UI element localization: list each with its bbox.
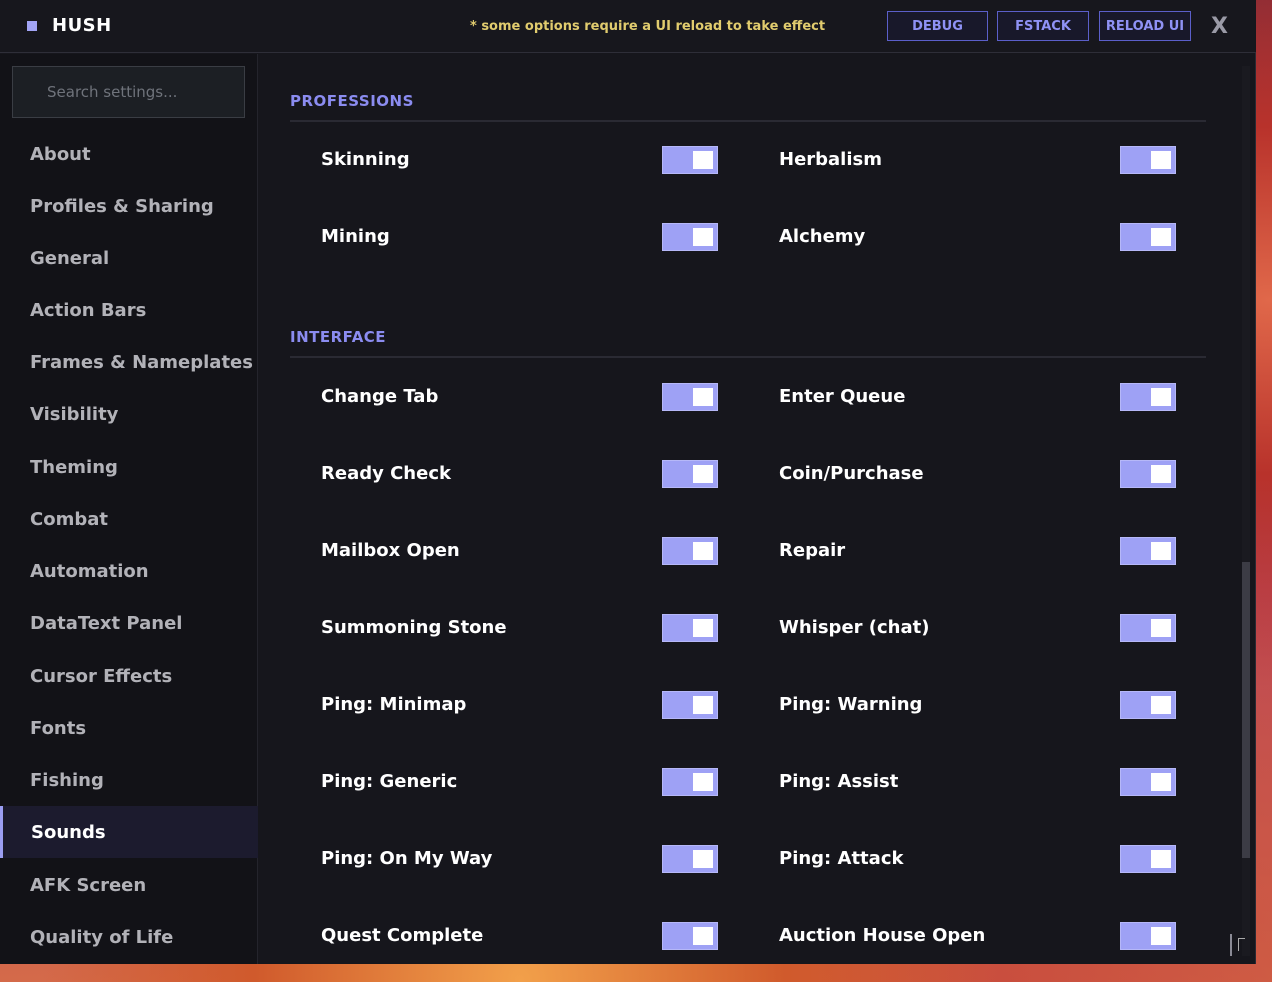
toggle-ping-generic[interactable]: [662, 768, 718, 796]
option-label-skinning: Skinning: [321, 149, 410, 170]
toggle-knob: [693, 696, 713, 714]
option-label-mining: Mining: [321, 226, 390, 247]
settings-content: PROFESSIONS Skinning Herbalism Mining Alchem…: [259, 54, 1239, 964]
option-label-ping-on-my-way: Ping: On My Way: [321, 848, 493, 869]
toggle-ping-warning[interactable]: [1120, 691, 1176, 719]
option-label-ping-assist: Ping: Assist: [779, 771, 899, 792]
toggle-coin-purchase[interactable]: [1120, 460, 1176, 488]
toggle-auction-house-open[interactable]: [1120, 922, 1176, 950]
option-label-ping-generic: Ping: Generic: [321, 771, 458, 792]
toggle-knob: [693, 542, 713, 560]
sidebar-item-cursor-effects[interactable]: Cursor Effects: [0, 650, 258, 702]
toggle-knob: [693, 228, 713, 246]
toggle-knob: [1151, 927, 1171, 945]
sidebar-item-about[interactable]: About: [0, 128, 258, 180]
toggle-skinning[interactable]: [662, 146, 718, 174]
toggle-knob: [693, 151, 713, 169]
toggle-knob: [1151, 619, 1171, 637]
toggle-change-tab[interactable]: [662, 383, 718, 411]
reload-ui-button[interactable]: RELOAD UI: [1099, 11, 1191, 41]
fstack-button[interactable]: FSTACK: [997, 11, 1089, 41]
settings-window: HUSH * some options require a UI reload …: [0, 0, 1256, 964]
sidebar-item-theming[interactable]: Theming: [0, 441, 258, 493]
toggle-ping-minimap[interactable]: [662, 691, 718, 719]
toggle-summoning-stone[interactable]: [662, 614, 718, 642]
logo-square-icon: [27, 21, 37, 31]
sidebar-item-visibility[interactable]: Visibility: [0, 388, 258, 440]
toggle-knob: [1151, 388, 1171, 406]
debug-button[interactable]: DEBUG: [887, 11, 988, 41]
toggle-whisper-chat[interactable]: [1120, 614, 1176, 642]
section-title-interface: INTERFACE: [290, 328, 387, 346]
option-label-summoning-stone: Summoning Stone: [321, 617, 507, 638]
toggle-ping-attack[interactable]: [1120, 845, 1176, 873]
search-input[interactable]: [12, 66, 245, 118]
sidebar-item-profiles-sharing[interactable]: Profiles & Sharing: [0, 180, 258, 232]
sidebar-item-datatext-panel[interactable]: DataText Panel: [0, 597, 258, 649]
option-label-herbalism: Herbalism: [779, 149, 882, 170]
toggle-knob: [693, 388, 713, 406]
toggle-knob: [1151, 542, 1171, 560]
toggle-mailbox-open[interactable]: [662, 537, 718, 565]
option-label-coin-purchase: Coin/Purchase: [779, 463, 924, 484]
sidebar-item-general[interactable]: General: [0, 232, 258, 284]
section-divider: [290, 356, 1206, 358]
toggle-ping-on-my-way[interactable]: [662, 845, 718, 873]
toggle-knob: [693, 773, 713, 791]
sidebar-item-fishing[interactable]: Fishing: [0, 754, 258, 806]
option-label-ready-check: Ready Check: [321, 463, 451, 484]
toggle-repair[interactable]: [1120, 537, 1176, 565]
toggle-ready-check[interactable]: [662, 460, 718, 488]
toggle-knob: [693, 619, 713, 637]
sidebar-item-action-bars[interactable]: Action Bars: [0, 284, 258, 336]
option-label-whisper-chat: Whisper (chat): [779, 617, 930, 638]
toggle-knob: [1151, 696, 1171, 714]
toggle-knob: [1151, 228, 1171, 246]
option-label-enter-queue: Enter Queue: [779, 386, 906, 407]
section-title-professions: PROFESSIONS: [290, 92, 414, 110]
sidebar-item-fonts[interactable]: Fonts: [0, 702, 258, 754]
toggle-knob: [693, 850, 713, 868]
sidebar-item-automation[interactable]: Automation: [0, 545, 258, 597]
close-button[interactable]: X: [1211, 14, 1228, 39]
toggle-knob: [1151, 773, 1171, 791]
option-label-change-tab: Change Tab: [321, 386, 439, 407]
option-label-quest-complete: Quest Complete: [321, 925, 484, 946]
toggle-knob: [1151, 151, 1171, 169]
scrollbar-thumb[interactable]: [1242, 562, 1250, 858]
resize-grip-icon[interactable]: [1230, 934, 1250, 956]
toggle-ping-assist[interactable]: [1120, 768, 1176, 796]
toggle-mining[interactable]: [662, 223, 718, 251]
option-label-ping-minimap: Ping: Minimap: [321, 694, 467, 715]
option-label-ping-warning: Ping: Warning: [779, 694, 923, 715]
toggle-knob: [1151, 850, 1171, 868]
sidebar-item-combat[interactable]: Combat: [0, 493, 258, 545]
option-label-repair: Repair: [779, 540, 846, 561]
toggle-alchemy[interactable]: [1120, 223, 1176, 251]
toggle-knob: [693, 465, 713, 483]
sidebar: AboutProfiles & SharingGeneralAction Bar…: [0, 54, 258, 964]
sidebar-item-afk-screen[interactable]: AFK Screen: [0, 859, 258, 911]
toggle-knob: [1151, 465, 1171, 483]
toggle-quest-complete[interactable]: [662, 922, 718, 950]
toggle-knob: [693, 927, 713, 945]
section-divider: [290, 120, 1206, 122]
sidebar-item-frames-nameplates[interactable]: Frames & Nameplates: [0, 336, 258, 388]
option-label-auction-house-open: Auction House Open: [779, 925, 986, 946]
sidebar-item-quality-of-life[interactable]: Quality of Life: [0, 911, 258, 963]
title-bar: HUSH * some options require a UI reload …: [0, 0, 1256, 53]
sidebar-item-sounds[interactable]: Sounds: [0, 806, 258, 858]
app-title: HUSH: [52, 15, 112, 36]
toggle-herbalism[interactable]: [1120, 146, 1176, 174]
toggle-enter-queue[interactable]: [1120, 383, 1176, 411]
option-label-alchemy: Alchemy: [779, 226, 866, 247]
option-label-ping-attack: Ping: Attack: [779, 848, 904, 869]
reload-notice: * some options require a UI reload to ta…: [470, 19, 826, 34]
option-label-mailbox-open: Mailbox Open: [321, 540, 460, 561]
